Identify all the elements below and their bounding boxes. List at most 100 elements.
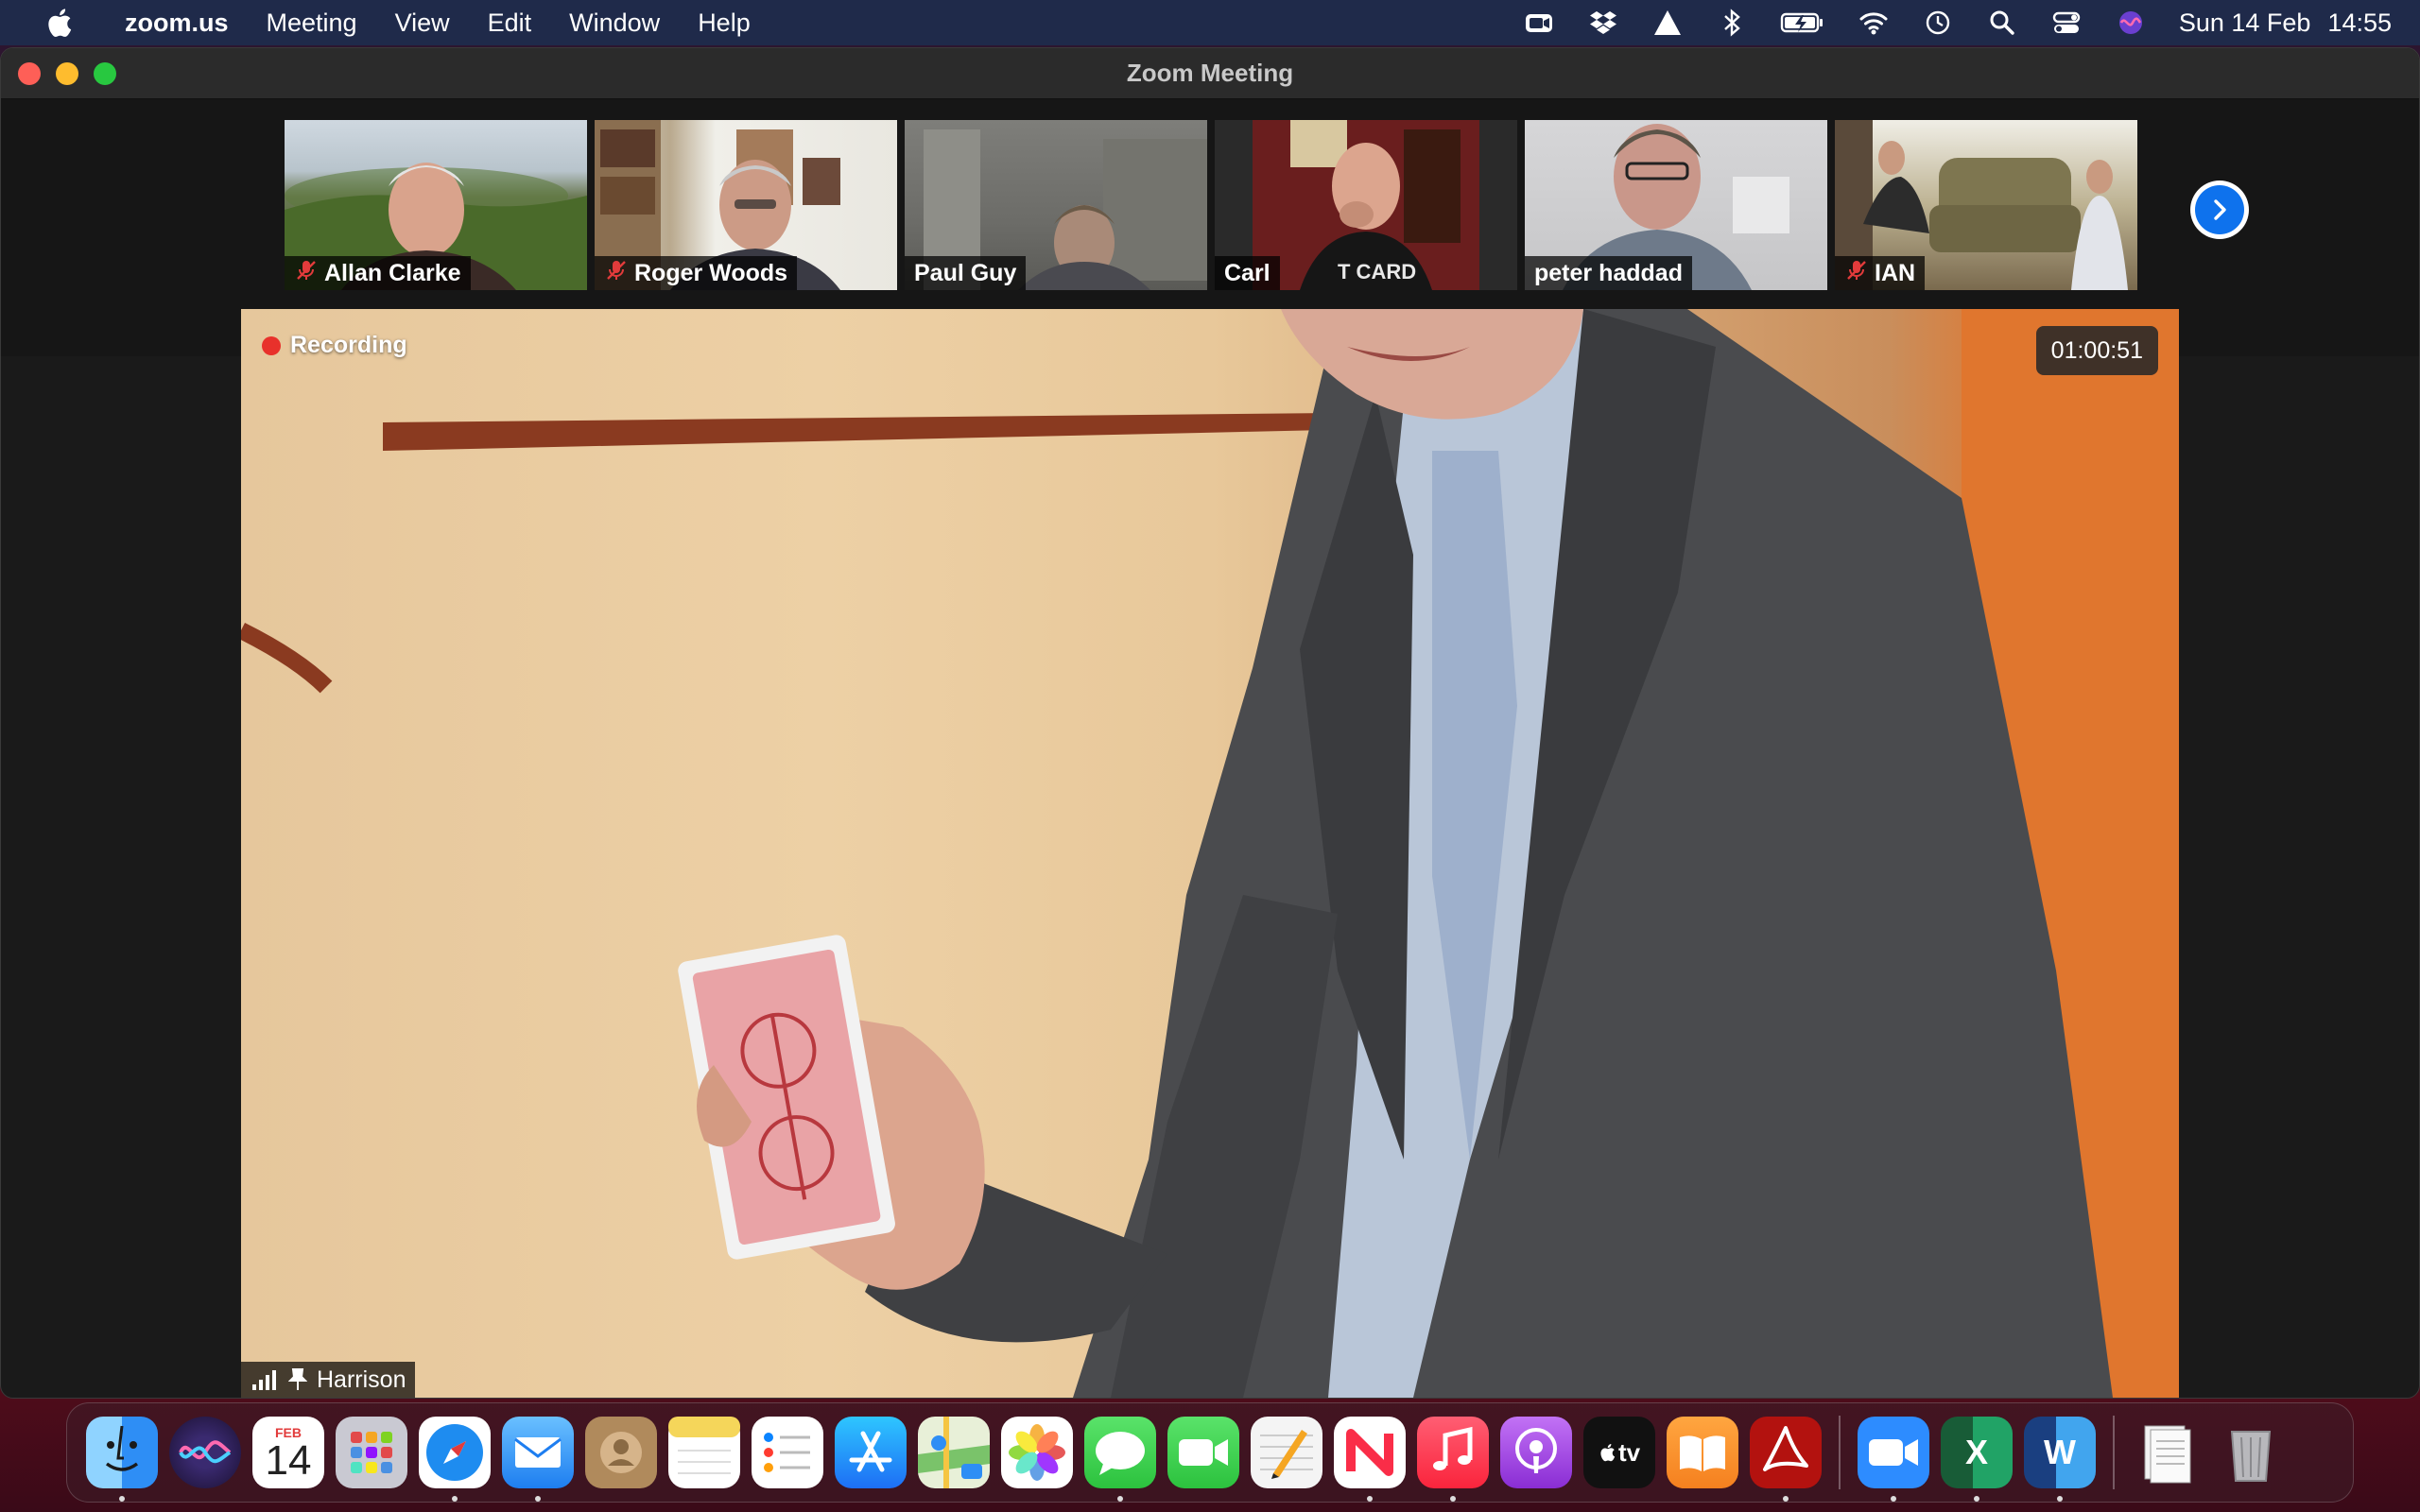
- running-indicator: [2057, 1496, 2063, 1502]
- close-window-button[interactable]: [18, 62, 41, 85]
- chevron-right-icon: [2195, 185, 2244, 234]
- running-indicator: [1891, 1496, 1896, 1502]
- app-store-icon[interactable]: [835, 1417, 907, 1488]
- participant-tile[interactable]: Paul Guy: [905, 120, 1207, 290]
- signal-strength-icon: [252, 1370, 276, 1390]
- battery-icon[interactable]: [1780, 7, 1825, 39]
- participant-label: peter haddad: [1525, 256, 1692, 290]
- participant-name: Carl: [1224, 259, 1270, 286]
- zoom-icon[interactable]: [1523, 7, 1555, 39]
- participant-name: Roger Woods: [634, 259, 788, 286]
- participant-label: Allan Clarke: [285, 256, 471, 290]
- word-letter: W: [2044, 1433, 2076, 1471]
- dock: FEB 14 tv X W: [66, 1402, 2354, 1503]
- facetime-icon[interactable]: [1167, 1417, 1239, 1488]
- participant-label: Paul Guy: [905, 256, 1027, 290]
- speaker-label: Harrison: [241, 1362, 416, 1398]
- window-title: Zoom Meeting: [1126, 59, 1294, 87]
- participant-label: IAN: [1835, 256, 1926, 290]
- bluetooth-icon[interactable]: [1716, 7, 1748, 39]
- spotlight-search-icon[interactable]: [1986, 7, 2018, 39]
- calendar-icon[interactable]: FEB 14: [252, 1417, 324, 1488]
- control-center-icon[interactable]: [2050, 7, 2083, 39]
- participant-name: peter haddad: [1534, 259, 1683, 286]
- participant-tile[interactable]: Allan Clarke: [285, 120, 587, 290]
- music-icon[interactable]: [1417, 1417, 1489, 1502]
- siri-icon[interactable]: [2115, 7, 2147, 39]
- meeting-timer: 01:00:51: [2035, 326, 2158, 375]
- maps-icon[interactable]: [918, 1417, 990, 1488]
- mic-muted-icon: [294, 258, 319, 289]
- acrobat-icon[interactable]: [1750, 1417, 1822, 1502]
- participant-label: Roger Woods: [595, 256, 798, 290]
- excel-icon[interactable]: X: [1941, 1417, 2013, 1502]
- dock-separator: [2113, 1416, 2115, 1489]
- running-indicator: [1367, 1496, 1373, 1502]
- mic-muted-icon: [1844, 258, 1869, 289]
- excel-letter: X: [1964, 1433, 1988, 1471]
- clock-time: 14:55: [2327, 8, 2392, 37]
- fullscreen-window-button[interactable]: [94, 62, 116, 85]
- participant-tile[interactable]: T CARD Carl: [1215, 120, 1517, 290]
- menu-clock[interactable]: Sun 14 Feb 14:55: [2179, 9, 2392, 38]
- time-machine-icon[interactable]: [1922, 7, 1954, 39]
- calendar-day: 14: [265, 1437, 312, 1484]
- zoom-app-icon[interactable]: [1858, 1417, 1929, 1502]
- trash-icon[interactable]: [2215, 1417, 2287, 1488]
- participant-tile[interactable]: peter haddad: [1525, 120, 1827, 290]
- zoom-meeting-window: Zoom Meeting Allan Clarke Roger Woods Pa…: [0, 47, 2420, 1399]
- finder-icon[interactable]: [86, 1417, 158, 1502]
- apple-menu-icon[interactable]: [38, 0, 79, 45]
- participant-tile[interactable]: Roger Woods: [595, 120, 897, 290]
- next-page-button[interactable]: [2190, 180, 2249, 239]
- mail-icon[interactable]: [502, 1417, 574, 1502]
- active-speaker-video[interactable]: Recording 01:00:51 Harrison: [241, 309, 2179, 1398]
- siri-icon[interactable]: [169, 1417, 241, 1488]
- books-icon[interactable]: [1667, 1417, 1738, 1488]
- messages-icon[interactable]: [1084, 1417, 1156, 1502]
- menu-view[interactable]: View: [376, 0, 469, 45]
- recording-dot-icon: [262, 335, 281, 355]
- participant-tile[interactable]: IAN: [1835, 120, 2137, 290]
- window-titlebar[interactable]: Zoom Meeting: [1, 48, 2419, 99]
- contacts-icon[interactable]: [585, 1417, 657, 1488]
- menu-edit[interactable]: Edit: [469, 0, 551, 45]
- participant-name: IAN: [1875, 259, 1916, 286]
- running-indicator: [535, 1496, 541, 1502]
- safari-icon[interactable]: [419, 1417, 491, 1502]
- speaker-name: Harrison: [317, 1366, 406, 1393]
- notes-icon[interactable]: [668, 1417, 740, 1488]
- tv-label: tv: [1617, 1437, 1641, 1467]
- participant-name: Paul Guy: [914, 259, 1017, 286]
- recording-indicator[interactable]: Recording: [262, 332, 407, 359]
- reminders-icon[interactable]: [752, 1417, 823, 1488]
- drive-icon[interactable]: [1651, 7, 1684, 39]
- wifi-icon[interactable]: [1858, 7, 1890, 39]
- pages-icon[interactable]: [1251, 1417, 1322, 1488]
- menu-meeting[interactable]: Meeting: [248, 0, 376, 45]
- launchpad-icon[interactable]: [336, 1417, 407, 1488]
- running-indicator: [1974, 1496, 1979, 1502]
- photos-icon[interactable]: [1001, 1417, 1073, 1488]
- running-indicator: [1117, 1496, 1123, 1502]
- running-indicator: [1783, 1496, 1789, 1502]
- window-controls: [18, 62, 116, 85]
- menu-app-name[interactable]: zoom.us: [106, 0, 248, 45]
- minimize-window-button[interactable]: [56, 62, 78, 85]
- dropbox-icon[interactable]: [1587, 7, 1619, 39]
- news-icon[interactable]: [1334, 1417, 1406, 1502]
- menu-window[interactable]: Window: [550, 0, 679, 45]
- menu-bar: zoom.us Meeting View Edit Window Help Su…: [0, 0, 2420, 45]
- svg-text:T CARD: T CARD: [1338, 260, 1416, 284]
- documents-stack-icon[interactable]: [2132, 1417, 2204, 1488]
- running-indicator: [119, 1496, 125, 1502]
- participant-name: Allan Clarke: [324, 259, 461, 286]
- running-indicator: [1450, 1496, 1456, 1502]
- clock-date: Sun 14 Feb: [2178, 8, 2311, 37]
- status-area: Sun 14 Feb 14:55: [1523, 0, 2392, 45]
- tv-icon[interactable]: tv: [1583, 1417, 1655, 1488]
- participant-label: Carl: [1215, 256, 1280, 290]
- podcasts-icon[interactable]: [1500, 1417, 1572, 1488]
- menu-help[interactable]: Help: [679, 0, 769, 45]
- word-icon[interactable]: W: [2024, 1417, 2096, 1502]
